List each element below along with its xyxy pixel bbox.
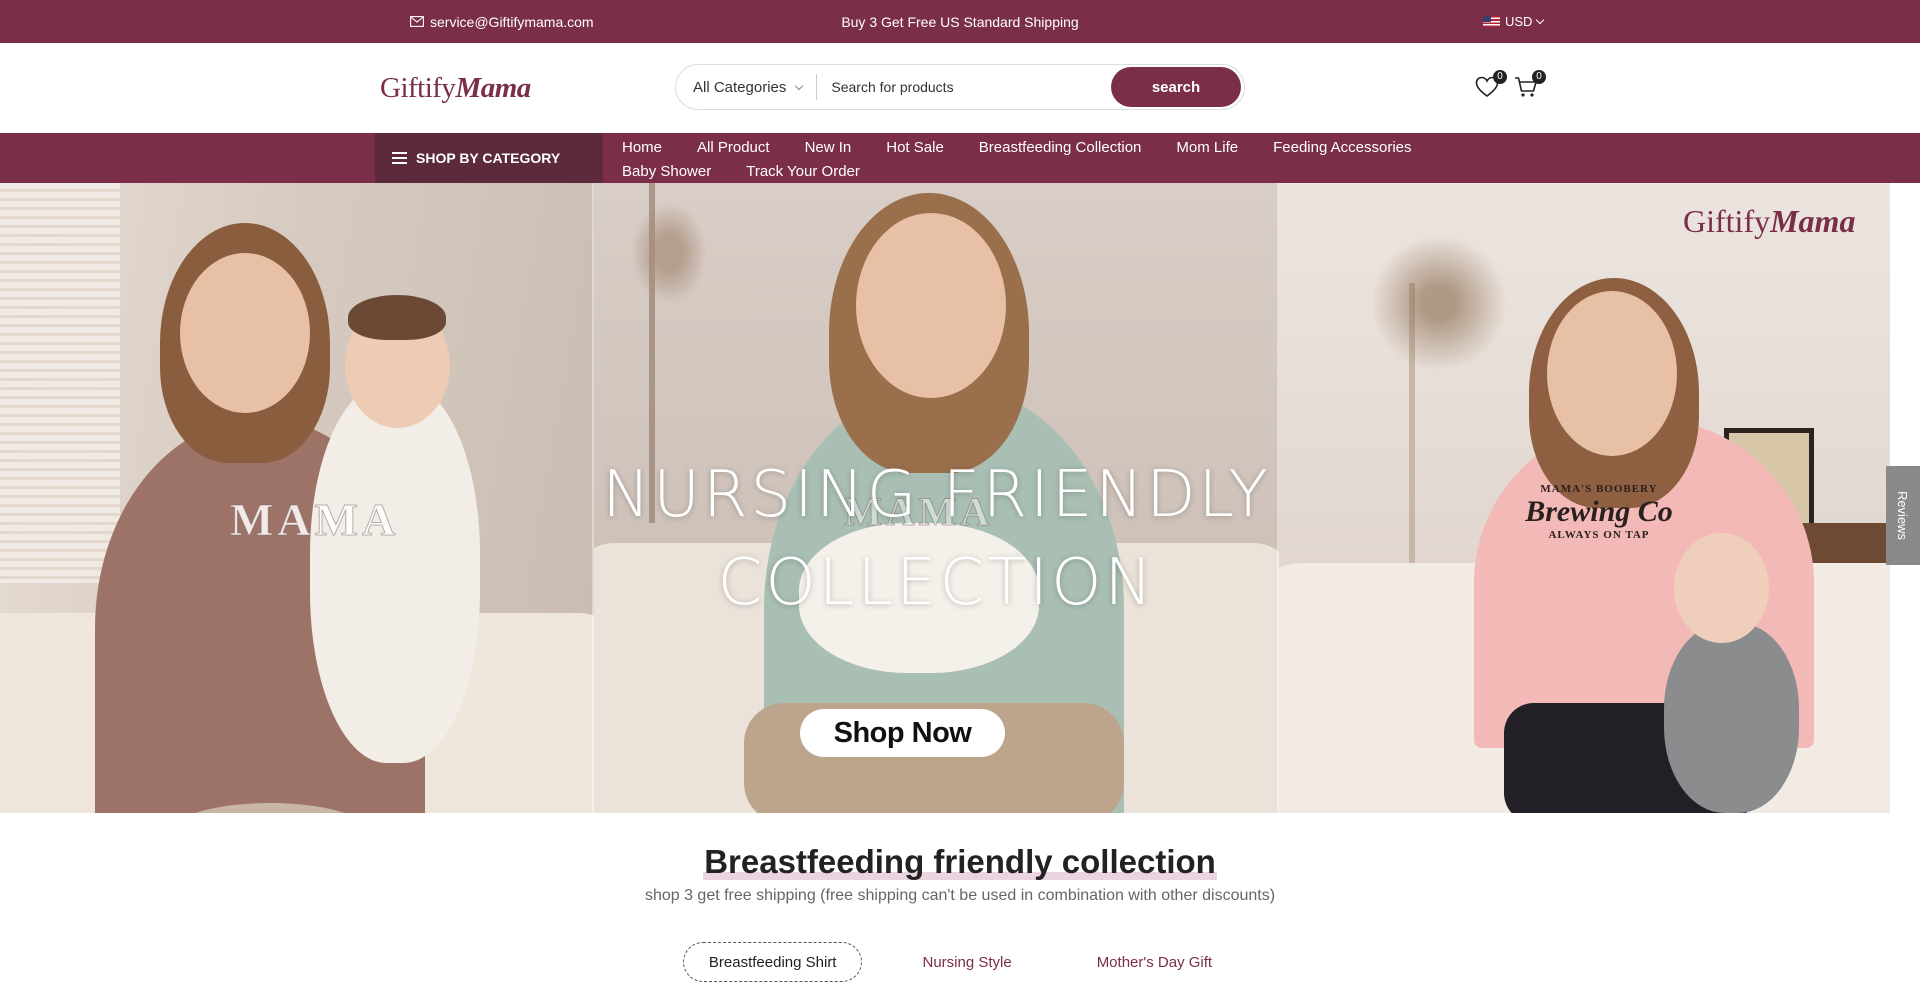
flag-us-icon [1483,16,1500,27]
site-header: GiftifyMama All Categories search 0 0 [0,43,1920,133]
search-input[interactable] [817,67,1111,107]
search-button[interactable]: search [1111,67,1241,107]
section-title-text: Breastfeeding friendly collection [703,843,1217,880]
hero-brand-logo: GiftifyMama [1683,203,1855,240]
site-logo[interactable]: Giftify Mama [380,43,531,133]
hero-image-left: MAMA [0,183,594,813]
tab-breastfeeding-shirt[interactable]: Breastfeeding Shirt [682,942,863,982]
shirt-print-right: MAMA'S BOOBERY Brewing Co ALWAYS ON TAP [1524,483,1674,541]
hero-title-line1: NURSING FRIENDLY [602,458,1271,532]
currency-selector[interactable]: USD [1483,0,1545,43]
nav-link-hot-sale[interactable]: Hot Sale [886,136,944,160]
menu-icon [392,152,407,164]
shirt-print-left: MAMA [229,494,400,546]
nav-link-feeding-accessories[interactable]: Feeding Accessories [1273,136,1411,160]
main-navigation: SHOP BY CATEGORY Home All Product New In… [0,133,1920,183]
reviews-side-tab[interactable]: Reviews [1886,466,1920,565]
chevron-down-icon [1536,15,1545,25]
top-announcement-bar: service@Giftifymama.com Buy 3 Get Free U… [0,0,1920,43]
shop-by-category-label: SHOP BY CATEGORY [416,150,561,166]
nav-link-track-your-order[interactable]: Track Your Order [746,160,860,184]
hero-logo-giftify: Giftify [1683,203,1771,239]
collection-tabs: Breastfeeding Shirt Nursing Style Mother… [0,942,1920,982]
nav-link-home[interactable]: Home [622,136,662,160]
section-title: Breastfeeding friendly collection [0,843,1920,881]
shirt-print-right-main: Brewing Co [1525,495,1673,528]
hero-title-line2: COLLECTION [717,546,1156,620]
nav-link-baby-shower[interactable]: Baby Shower [622,160,711,184]
nav-links: Home All Product New In Hot Sale Breastf… [622,136,1452,184]
category-dropdown-label: All Categories [693,78,787,96]
category-dropdown[interactable]: All Categories [676,74,818,100]
shop-by-category-button[interactable]: SHOP BY CATEGORY [375,133,603,183]
shirt-print-right-top: MAMA'S BOOBERY [1540,483,1658,495]
wishlist-button[interactable]: 0 [1475,70,1507,102]
hero-title: NURSING FRIENDLY COLLECTION [594,451,1279,627]
hero-image-right: MAMA'S BOOBERY Brewing Co ALWAYS ON TAP [1279,183,1890,813]
nav-link-new-in[interactable]: New In [805,136,852,160]
section-subtitle: shop 3 get free shipping (free shipping … [644,887,1276,904]
chevron-down-icon [795,81,804,90]
logo-text-mama: Mama [455,71,531,104]
tab-mothers-day-gift[interactable]: Mother's Day Gift [1072,942,1237,982]
nav-link-mom-life[interactable]: Mom Life [1176,136,1238,160]
logo-text-giftify: Giftify [380,71,456,104]
currency-label: USD [1505,14,1533,29]
nav-link-breastfeeding-collection[interactable]: Breastfeeding Collection [979,136,1142,160]
tab-nursing-style[interactable]: Nursing Style [897,942,1036,982]
wishlist-count-badge: 0 [1493,70,1507,84]
hero-logo-mama: Mama [1770,203,1856,239]
cart-count-badge: 0 [1532,70,1546,84]
nav-link-all-product[interactable]: All Product [697,136,770,160]
cart-button[interactable]: 0 [1514,70,1546,102]
search-bar: All Categories search [675,64,1245,110]
reviews-side-tab-label: Reviews [1895,490,1911,541]
shop-now-button[interactable]: Shop Now [800,709,1005,757]
shirt-print-right-bottom: ALWAYS ON TAP [1548,529,1650,541]
hero-banner[interactable]: MAMA MAMA MAMA'S BOOBERY Brewing Co ALWA… [0,183,1890,813]
shipping-promo: Buy 3 Get Free US Standard Shipping [841,13,1079,30]
